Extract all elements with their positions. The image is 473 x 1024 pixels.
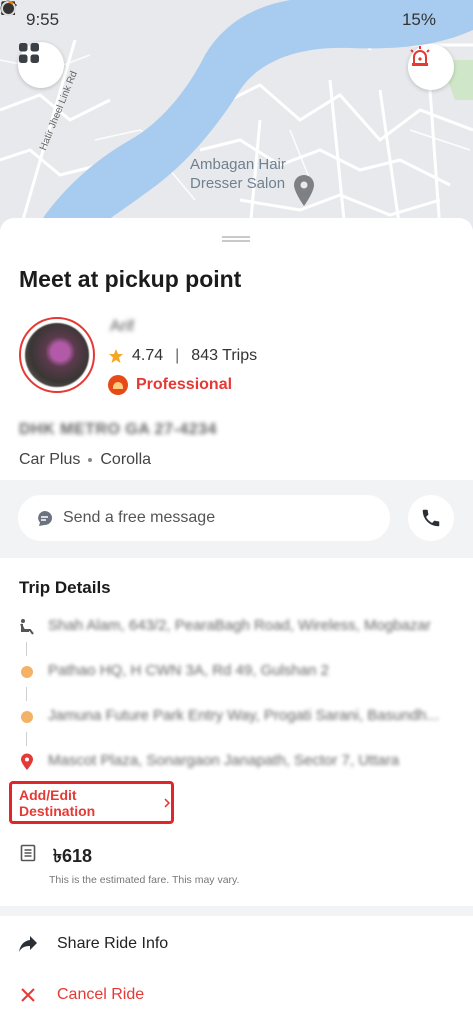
message-placeholder: Send a free message [63, 509, 216, 526]
vehicle-category: Car Plus [19, 451, 81, 468]
stop-dot-icon [18, 708, 36, 726]
signal-icon [1, 1, 396, 29]
trip-stop-1: Pathao HQ, H CWN 3A, Rd 49, Gulshan 2 [0, 660, 473, 684]
vehicle-plate: DHK METRO GA 27-4234 [19, 421, 217, 438]
share-ride-info-label: Share Ride Info [57, 935, 169, 952]
cancel-ride-label: Cancel Ride [57, 986, 145, 1003]
add-edit-destination-label: Add/Edit Destination [19, 786, 96, 819]
trip-stop-destination: Mascot Plaza, Sonargaon Janapath, Sector… [0, 750, 473, 774]
rating-separator: | [175, 347, 180, 364]
chevron-right-icon [164, 797, 171, 808]
battery-icon [1, 1, 459, 29]
wifi-icon [1, 1, 373, 29]
trip-stop-2: Jamuna Future Park Entry Way, Progati Sa… [0, 705, 473, 729]
messenger-icon [0, 0, 111, 29]
trip-details-title: Trip Details [19, 578, 111, 597]
driver-avatar[interactable] [19, 317, 95, 393]
close-icon [18, 985, 38, 1005]
vehicle-info: Car Plus Corolla [19, 451, 151, 469]
star-icon [109, 349, 123, 363]
stop-address-2: Jamuna Future Park Entry Way, Progati Sa… [48, 707, 440, 724]
chat-bubble-icon [38, 510, 52, 526]
contact-bar: Send a free message [0, 480, 473, 558]
app-notification-icon [1, 1, 136, 29]
destination-address: Mascot Plaza, Sonargaon Janapath, Sector… [48, 752, 400, 769]
driver-rating-row: 4.74 | 843 Trips [108, 347, 257, 365]
share-arrow-icon [18, 934, 38, 954]
fare-amount: ৳618 [53, 846, 92, 866]
helmet-icon [108, 375, 128, 395]
message-input[interactable]: Send a free message [18, 495, 390, 541]
map-view[interactable]: 9:55 15% Hatir Jheel Link Rd Ambagan Hai… [0, 0, 473, 230]
cancel-ride-button[interactable]: Cancel Ride [0, 975, 473, 1015]
driver-tier: Professional [136, 376, 233, 393]
route-connector [26, 732, 27, 746]
driver-name: Arif [110, 318, 134, 335]
driver-trips: 843 Trips [191, 347, 258, 364]
map-place-label-line1: Ambagan Hair [190, 156, 286, 173]
status-time: 9:55 [26, 10, 60, 29]
destination-pin-icon [18, 753, 36, 771]
passenger-seat-icon [18, 618, 36, 636]
battery-percent: 15% [401, 10, 436, 29]
drag-handle[interactable] [222, 236, 250, 242]
sheet-title: Meet at pickup point [19, 266, 242, 292]
vehicle-model: Corolla [100, 451, 152, 468]
pickup-address: Shah Alam, 643/2, PearaBagh Road, Wirele… [48, 617, 431, 634]
add-edit-destination-button[interactable]: Add/Edit Destination [9, 781, 174, 824]
fare-note: This is the estimated fare. This may var… [49, 874, 240, 886]
call-button[interactable] [408, 495, 454, 541]
map-place-label-line2: Dresser Salon [190, 175, 286, 192]
map-place-label: Ambagan Hair Dresser Salon [190, 155, 286, 193]
trip-stop-pickup: Shah Alam, 643/2, PearaBagh Road, Wirele… [0, 615, 473, 639]
status-bar: 9:55 15% [0, 0, 473, 40]
phone-icon [422, 509, 440, 527]
ride-bottom-sheet: Meet at pickup point Arif 4.74 | 843 Tri… [0, 218, 473, 1024]
driver-tier-row: Professional [108, 375, 232, 395]
share-ride-info-button[interactable]: Share Ride Info [0, 924, 473, 964]
driver-photo [25, 323, 89, 387]
whatsapp-icon [0, 0, 86, 29]
receipt-icon [20, 844, 36, 867]
route-connector [26, 642, 27, 656]
separator-dot [88, 458, 93, 462]
stop-address-1: Pathao HQ, H CWN 3A, Rd 49, Gulshan 2 [48, 662, 329, 679]
route-connector [26, 687, 27, 701]
image-icon [2, 2, 161, 29]
menu-button[interactable] [18, 42, 64, 88]
alarm-icon [2, 3, 350, 29]
sos-button[interactable] [408, 44, 454, 90]
siren-icon [410, 46, 430, 66]
drive-icon [0, 0, 186, 29]
section-divider [0, 906, 473, 916]
grid-icon [19, 43, 39, 63]
driver-rating: 4.74 [132, 347, 164, 364]
stop-dot-icon [18, 663, 36, 681]
